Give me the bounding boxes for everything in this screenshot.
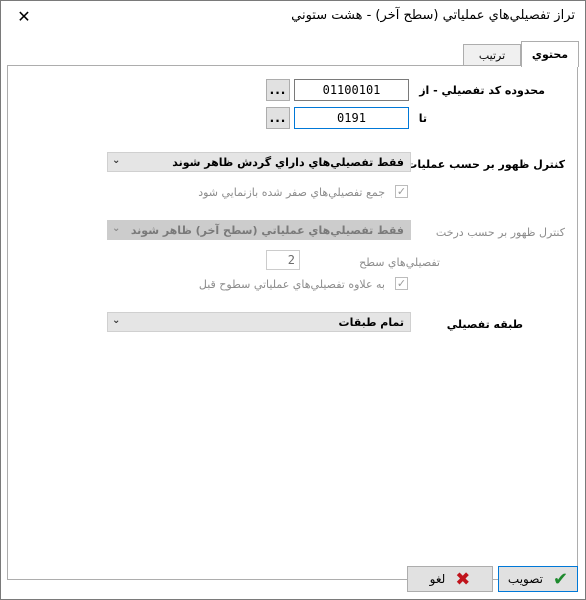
level-label: تفصيلي‌هاي سطح xyxy=(359,256,440,269)
range-from-browse-button[interactable]: ... xyxy=(266,79,290,101)
check-icon: ✔ xyxy=(552,568,569,590)
tab-order[interactable]: ترتيب xyxy=(463,44,521,66)
category-label: طبقه تفصيلي xyxy=(446,318,523,331)
approve-label: تصويب xyxy=(507,572,543,586)
title-bar: ✕ تراز تفصيلي‌هاي عملياتي (سطح آخر) - هش… xyxy=(1,1,585,31)
chevron-down-icon: ⌄ xyxy=(112,315,121,326)
control-by-tree-label: کنترل ظهور بر حسب درخت xyxy=(435,226,565,239)
dialog-window: ✕ تراز تفصيلي‌هاي عملياتي (سطح آخر) - هش… xyxy=(0,0,586,600)
prev-levels-checkbox[interactable]: ✓ xyxy=(395,277,408,290)
level-input[interactable]: 2 xyxy=(266,250,300,270)
cancel-label: لغو xyxy=(429,572,446,586)
range-from-input[interactable]: 01100101 xyxy=(294,79,409,101)
control-by-tree-value: فقط تفصيلي‌هاي عملياتي (سطح آخر) ظاهر شو… xyxy=(130,224,404,237)
category-select[interactable]: تمام طبقات ⌄ xyxy=(107,312,411,332)
control-by-ops-value: فقط تفصيلي‌هاي داراي گردش ظاهر شوند xyxy=(172,156,404,169)
tab-content-label: محتوي xyxy=(531,48,569,61)
range-to-input[interactable]: 0191 xyxy=(294,107,409,129)
control-by-ops-label: کنترل ظهور بر حسب عمليات xyxy=(406,158,565,171)
control-by-ops-select[interactable]: فقط تفصيلي‌هاي داراي گردش ظاهر شوند ⌄ xyxy=(107,152,411,172)
hide-zero-label: جمع تفصيلي‌هاي صفر شده بازنمايي شود xyxy=(198,186,385,199)
close-icon: ✕ xyxy=(17,6,31,26)
window-title: تراز تفصيلي‌هاي عملياتي (سطح آخر) - هشت … xyxy=(291,8,575,23)
tab-content[interactable]: محتوي xyxy=(521,41,579,67)
category-value: تمام طبقات xyxy=(338,316,404,329)
hide-zero-checkbox[interactable]: ✓ xyxy=(395,185,408,198)
tab-order-label: ترتيب xyxy=(478,49,506,62)
cancel-button[interactable]: لغو ✖ xyxy=(407,566,493,592)
control-by-tree-select[interactable]: فقط تفصيلي‌هاي عملياتي (سطح آخر) ظاهر شو… xyxy=(107,220,411,240)
x-icon: ✖ xyxy=(455,568,471,590)
close-button[interactable]: ✕ xyxy=(1,1,47,31)
chevron-down-icon: ⌄ xyxy=(112,223,121,234)
range-to-browse-button[interactable]: ... xyxy=(266,107,290,129)
tab-panel: محدوده کد تفصيلي - از 01100101 ... تا 01… xyxy=(7,65,578,580)
approve-button[interactable]: تصويب ✔ xyxy=(498,566,578,592)
range-to-label: تا xyxy=(418,112,427,125)
prev-levels-label: به علاوه تفصيلي‌هاي عملياتي سطوح قبل xyxy=(198,278,385,291)
range-from-label: محدوده کد تفصيلي - از xyxy=(419,84,545,97)
chevron-down-icon: ⌄ xyxy=(112,155,121,166)
